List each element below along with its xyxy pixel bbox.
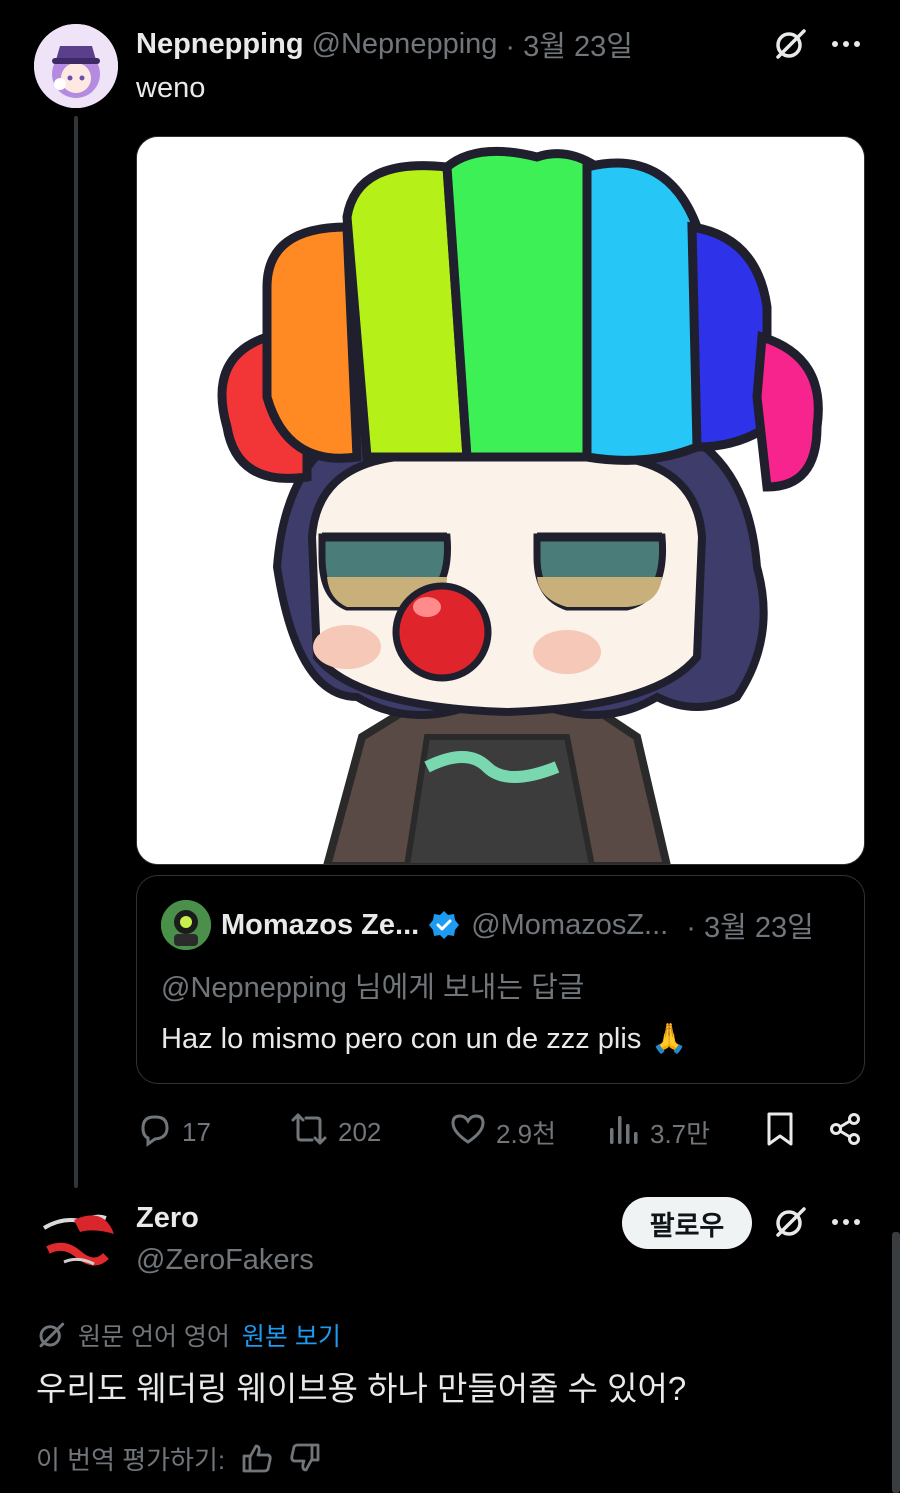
grok-icon[interactable] [770, 24, 810, 64]
quoted-tweet-date[interactable]: · 3월 23일 [686, 904, 814, 946]
share-icon [828, 1112, 872, 1153]
reply-author-handle[interactable]: @ZeroFakers [136, 1244, 314, 1277]
like-icon [450, 1112, 496, 1153]
quoted-tweet-header: Momazos Ze... @MomazosZ... · 3월 23일 [221, 904, 814, 946]
reply-count: 17 [182, 1116, 211, 1147]
reply-author-avatar[interactable] [34, 1198, 118, 1282]
grok-translate-icon [36, 1320, 66, 1350]
rate-translation-row: 이 번역 평가하기: [36, 1438, 321, 1478]
quoted-author-handle[interactable]: @MomazosZ... [471, 909, 668, 942]
reply-author-name[interactable]: Zero [136, 1202, 199, 1235]
bookmark-icon [764, 1111, 806, 1154]
quoted-author-name[interactable]: Momazos Ze... [221, 909, 419, 942]
tweet-action-bar: 17 202 2.9천 3.7만 [136, 1110, 866, 1154]
share-button[interactable] [828, 1110, 872, 1154]
thumbs-up-icon[interactable] [241, 1442, 273, 1474]
grok-icon[interactable] [770, 1202, 810, 1242]
views-button[interactable]: 3.7만 [608, 1110, 710, 1154]
views-count: 3.7만 [650, 1118, 711, 1149]
like-count: 2.9천 [496, 1118, 557, 1149]
reply-button[interactable]: 17 [136, 1110, 211, 1154]
quoted-reply-context: @Nepnepping 님에게 보내는 답글 [161, 972, 585, 1004]
quoted-tweet-text: Haz lo mismo pero con un de zzz plis [161, 1022, 642, 1055]
author-handle[interactable]: @Nepnepping [312, 28, 498, 61]
quoted-tweet[interactable]: Momazos Ze... @MomazosZ... · 3월 23일 @Nep… [136, 875, 865, 1084]
retweet-button[interactable]: 202 [290, 1110, 381, 1154]
verified-badge-icon [429, 910, 460, 940]
translation-note: 원문 언어 영어 [78, 1323, 230, 1351]
author-avatar[interactable] [34, 24, 118, 108]
retweet-count: 202 [338, 1116, 382, 1147]
bookmark-button[interactable] [764, 1110, 806, 1154]
quoted-author-avatar[interactable] [161, 900, 211, 950]
thread-connector-line [74, 116, 78, 1188]
tweet-header: Nepnepping @Nepnepping · 3월 23일 [136, 23, 633, 65]
pray-emoji: 🙏 [651, 1023, 688, 1055]
more-icon[interactable] [826, 1202, 866, 1242]
follow-button[interactable]: 팔로우 [622, 1197, 752, 1249]
retweet-icon [290, 1111, 338, 1154]
quoted-tweet-text-row: Haz lo mismo pero con un de zzz plis 🙏 [161, 1022, 687, 1056]
views-icon [608, 1112, 650, 1153]
tweet-text: weno [136, 72, 206, 104]
scrollbar[interactable] [892, 1232, 900, 1493]
like-button[interactable]: 2.9천 [450, 1110, 556, 1154]
rate-translation-prompt: 이 번역 평가하기: [36, 1444, 226, 1475]
reply-icon [136, 1111, 182, 1154]
author-name[interactable]: Nepnepping [136, 28, 304, 61]
translation-note-row: 원문 언어 영어 원본 보기 [36, 1316, 341, 1354]
tweet-date[interactable]: · 3월 23일 [505, 23, 633, 65]
tweet-media-image[interactable] [136, 136, 865, 865]
more-icon[interactable] [826, 24, 866, 64]
show-original-link[interactable]: 원본 보기 [242, 1317, 341, 1353]
thumbs-down-icon[interactable] [289, 1442, 321, 1474]
reply-text: 우리도 웨더링 웨이브용 하나 만들어줄 수 있어? [36, 1370, 687, 1407]
